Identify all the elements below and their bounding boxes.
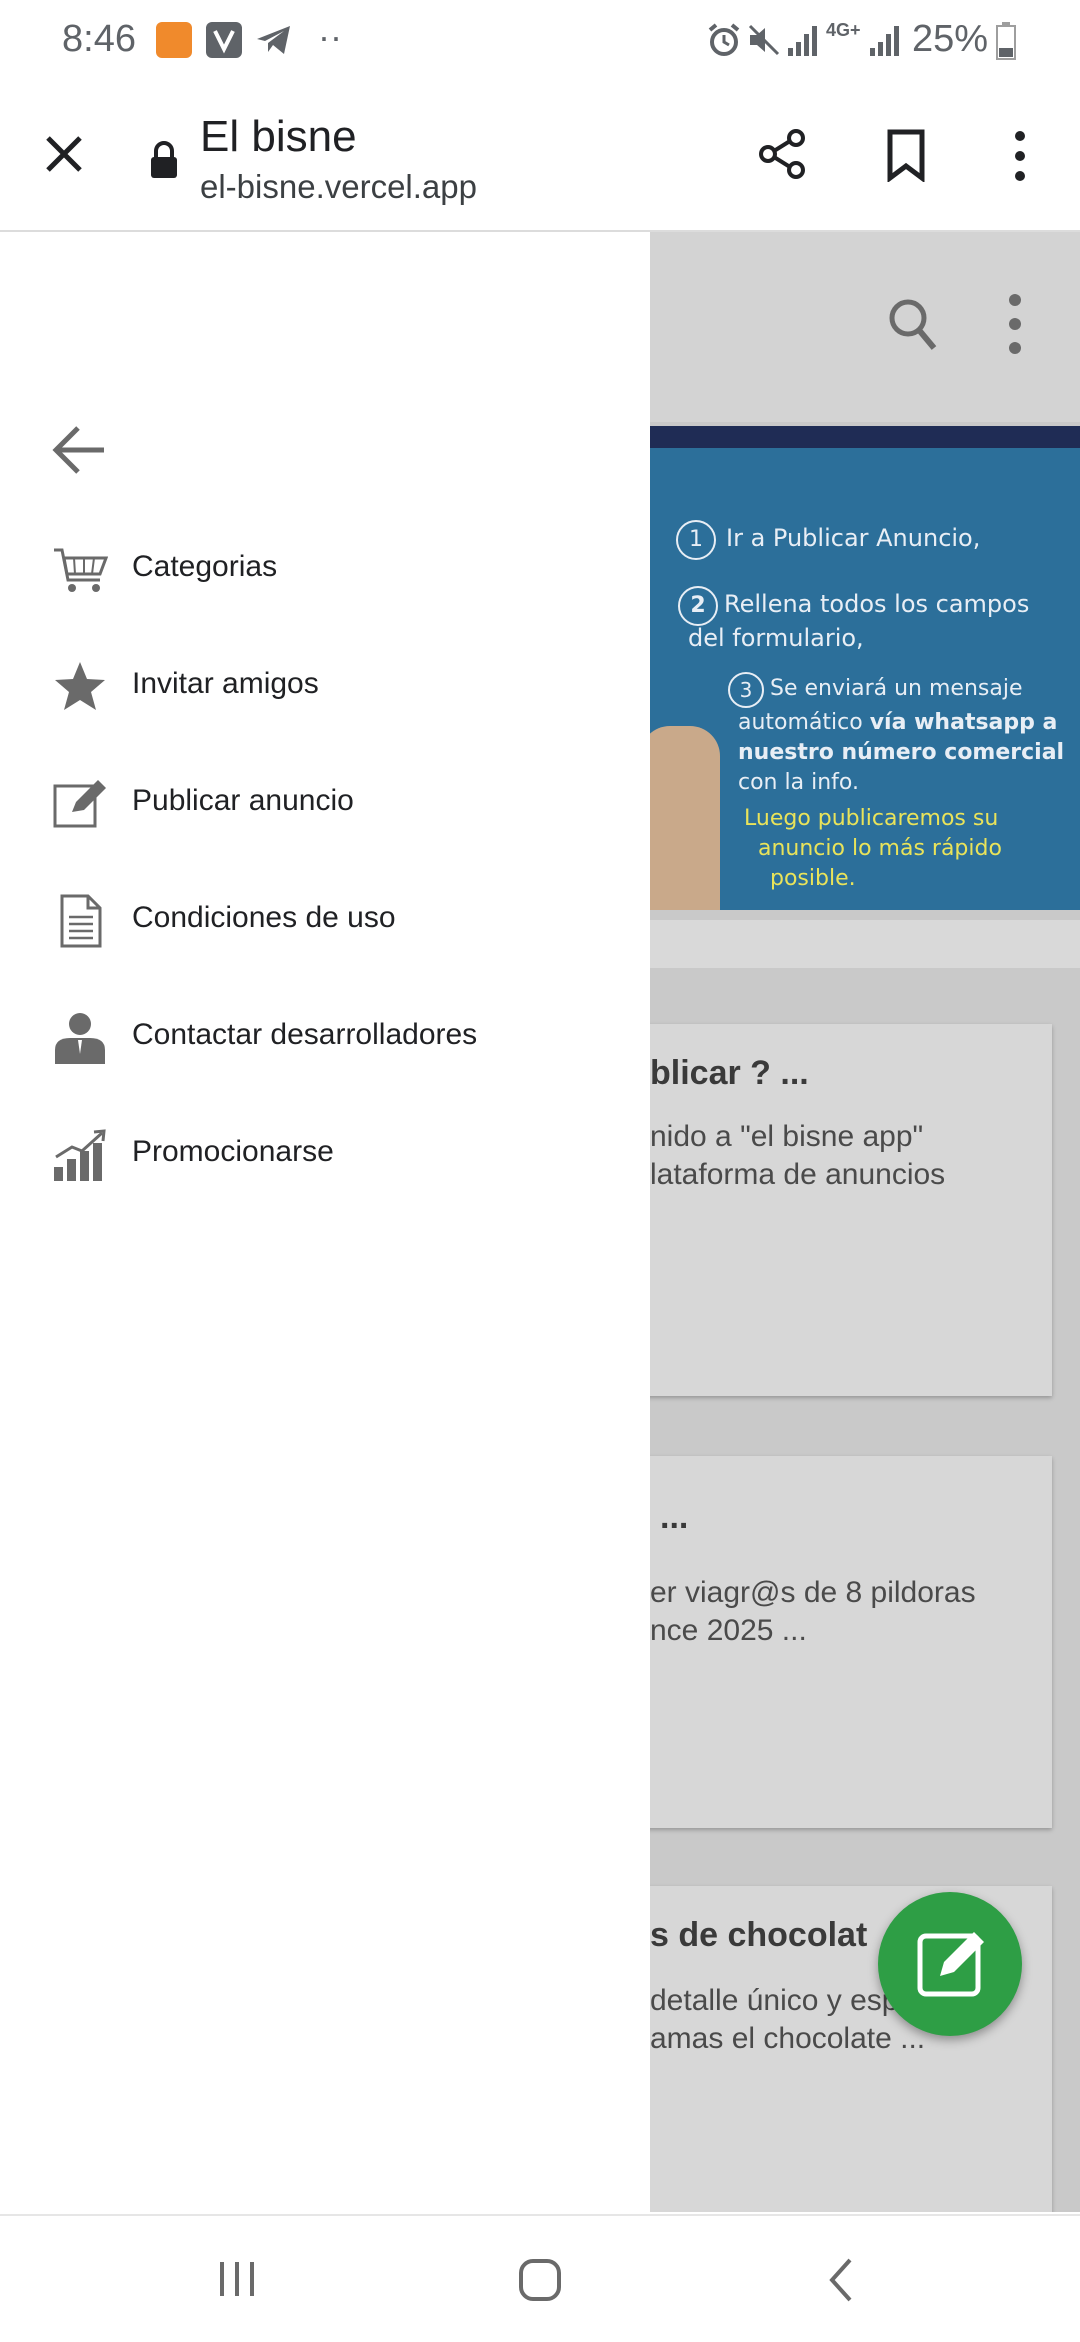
signal-icon-2 [868,22,902,58]
ad-card-title: blicar ? ... [650,1054,809,1092]
overflow-menu-icon[interactable] [1004,128,1036,184]
drawer-item-contactar-desarrolladores[interactable]: Contactar desarrolladores [0,986,650,1086]
step-3-text-a: Se enviará un mensaje [770,676,1023,701]
home-icon[interactable] [516,2256,564,2304]
share-icon[interactable] [754,126,810,182]
pointing-hand-image [640,726,720,910]
v-app-notification-icon [206,22,242,58]
page-title: El bisne [200,112,357,161]
ad-card-title: ... [660,1498,689,1536]
publish-ad-fab[interactable] [878,1892,1022,2036]
drawer-item-label: Publicar anuncio [132,784,354,817]
edit-icon [52,776,108,832]
page-url[interactable]: el-bisne.vercel.app [200,168,477,206]
step-3-text-d: con la info. [738,770,859,795]
status-time: 8:46 [62,18,136,60]
document-icon [52,893,108,949]
step-3-badge: 3 [728,672,764,708]
ad-card-description: nido a "el bisne app" lataforma de anunci… [650,1120,946,1191]
edit-icon [917,1932,984,1997]
network-type: 4G+ [826,20,861,40]
recent-apps-icon[interactable] [214,2256,260,2302]
cart-icon [52,542,109,598]
search-icon[interactable] [884,292,940,356]
drawer-item-publicar-anuncio[interactable]: Publicar anuncio [0,752,650,852]
drawer-item-label: Promocionarse [132,1135,334,1168]
drawer-item-condiciones-de-uso[interactable]: Condiciones de uso [0,869,650,969]
banner-note-b: anuncio lo más rápido [758,836,1002,861]
ad-card-description: er viagr@s de 8 pildoras nce 2025 ... [650,1576,976,1647]
drawer-item-invitar-amigos[interactable]: Invitar amigos [0,635,650,735]
drawer-item-categorias[interactable]: Categorias [0,518,650,618]
battery-icon [996,22,1016,60]
step-2-text-a: Rellena todos los campos [724,590,1030,618]
drawer-item-promocionarse[interactable]: Promocionarse [0,1103,650,1203]
ad-card[interactable]: ... er viagr@s de 8 pildoras nce 2025 ... [600,1456,1052,1828]
battery-percentage: 25% [912,18,989,60]
step-1-text: Ir a Publicar Anuncio, [726,524,981,552]
step-2-text-b: del formulario, [688,624,864,652]
more-notifications-indicator: ·· [318,16,342,57]
app-notification-icon [156,22,192,58]
lock-icon [146,140,182,180]
drawer-item-label: Condiciones de uso [132,901,396,934]
back-arrow-icon[interactable] [50,420,110,480]
signal-icon [786,22,820,58]
alarm-icon [706,22,742,58]
ad-card-title: s de chocolat [650,1916,868,1954]
app-menu-icon[interactable] [1000,288,1030,360]
custom-tab-toolbar [0,84,1080,232]
mute-icon [746,22,782,58]
bar-chart-icon [52,1127,108,1183]
bookmark-icon[interactable] [884,128,928,183]
step-3-text-c: nuestro número comercial [738,740,1065,765]
ad-card[interactable]: blicar ? ... nido a "el bisne app" latafo… [600,1024,1052,1396]
drawer-item-label: Contactar desarrolladores [132,1018,478,1051]
telegram-icon [254,22,294,58]
step-1-badge: 1 [676,520,716,560]
step-2-badge: 2 [678,586,718,626]
drawer-item-label: Categorias [132,550,278,583]
person-icon [52,1010,108,1066]
star-icon [52,659,108,715]
system-navigation-bar [0,2214,1080,2342]
banner-note-a: Luego publicaremos su [744,806,999,831]
navigation-drawer: Categorias Invitar amigos Publicar anunc… [0,232,650,2212]
step-3-text-b: automático vía whatsapp a [738,710,1058,735]
banner-note-c: posible. [770,866,856,891]
drawer-item-label: Invitar amigos [132,667,319,700]
back-icon[interactable] [822,2256,862,2304]
close-icon[interactable] [40,130,88,178]
status-bar: 8:46 ·· 4G+ 25% [0,0,1080,84]
